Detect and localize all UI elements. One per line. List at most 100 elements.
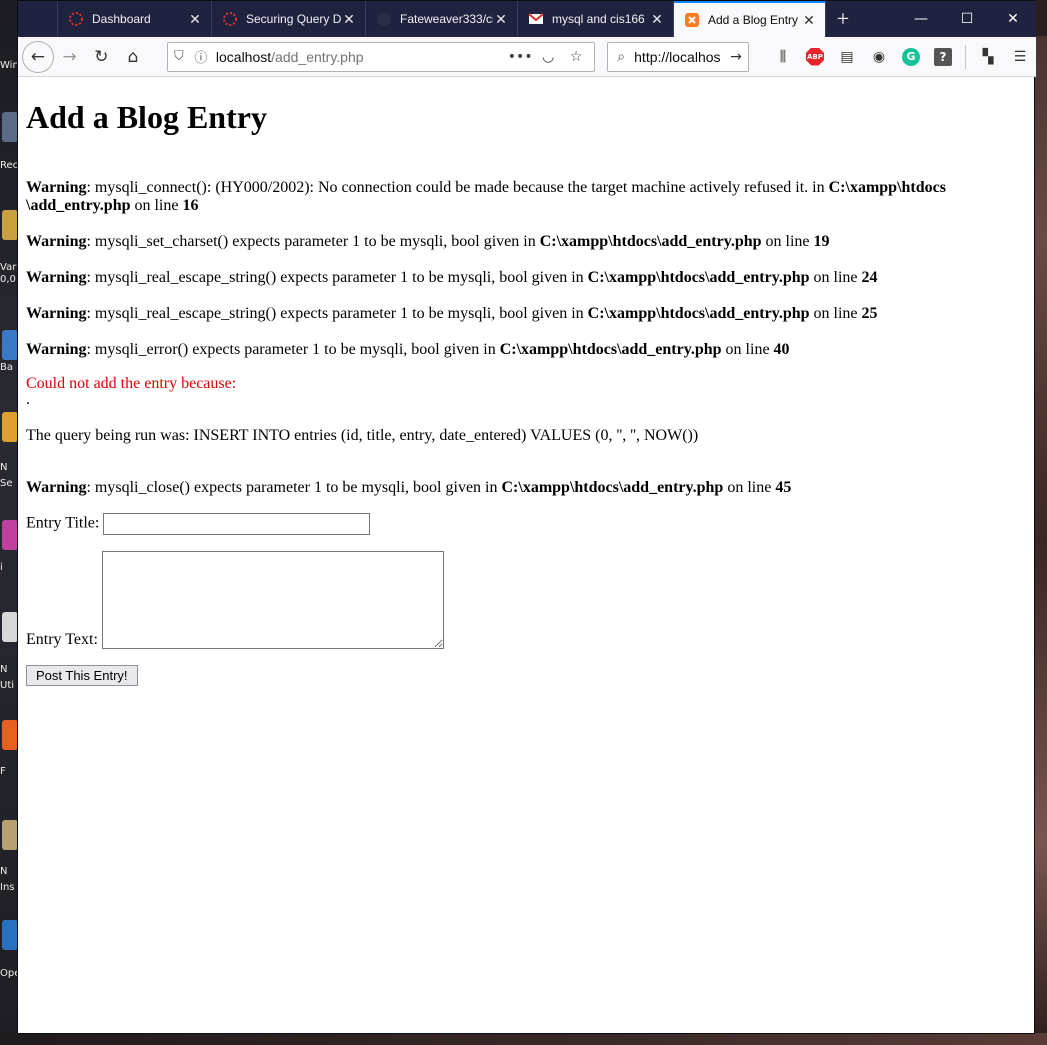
grammarly-icon[interactable]: G bbox=[895, 43, 927, 71]
close-icon[interactable]: ✕ bbox=[493, 11, 509, 28]
gmail-icon bbox=[528, 11, 544, 27]
desktop-icon-label: i bbox=[0, 562, 3, 573]
url-actions: ••• ◡ ☆ bbox=[506, 49, 594, 65]
error-message: Could not add the entry because: bbox=[26, 375, 237, 392]
firefox-desktop-icon[interactable] bbox=[2, 720, 18, 750]
info-icon[interactable]: ⓘ bbox=[190, 47, 212, 66]
pocket-icon[interactable]: ◡ bbox=[534, 49, 562, 65]
recycle-bin-icon[interactable] bbox=[2, 112, 18, 142]
close-icon[interactable]: ✕ bbox=[187, 11, 203, 28]
tab-overflow-left[interactable] bbox=[18, 1, 58, 37]
desktop-app-icon[interactable] bbox=[2, 920, 18, 950]
desktop-app-icon[interactable] bbox=[2, 612, 18, 642]
tab-label: Add a Blog Entry bbox=[708, 13, 799, 27]
shield-icon[interactable]: ⛉ bbox=[168, 49, 190, 64]
reload-button[interactable]: ↻ bbox=[85, 41, 117, 73]
search-bar[interactable]: ⌕ http://localhos → bbox=[607, 41, 749, 72]
forward-button[interactable]: → bbox=[54, 41, 86, 73]
query-text: The query being run was: INSERT INTO ent… bbox=[26, 427, 699, 444]
close-icon[interactable]: ✕ bbox=[801, 12, 817, 29]
tab-securing-query[interactable]: Securing Query D ✕ bbox=[212, 1, 366, 37]
page-content: Add a Blog Entry Warning: mysqli_connect… bbox=[18, 78, 1034, 1033]
close-window-icon[interactable]: ✕ bbox=[990, 1, 1036, 37]
warning-message: Warning: mysqli_error() expects paramete… bbox=[26, 341, 790, 358]
desktop-app-icon[interactable] bbox=[2, 330, 18, 360]
browser-window: Dashboard ✕ Securing Query D ✕ Fateweave… bbox=[17, 0, 1036, 1034]
tab-bar: Dashboard ✕ Securing Query D ✕ Fateweave… bbox=[18, 1, 1036, 37]
tab-dashboard[interactable]: Dashboard ✕ bbox=[58, 1, 212, 37]
account-icon[interactable]: ◉ bbox=[863, 43, 895, 71]
bookmark-star-icon[interactable]: ☆ bbox=[562, 49, 590, 65]
close-icon[interactable]: ✕ bbox=[341, 11, 357, 28]
search-input[interactable]: http://localhos bbox=[634, 49, 724, 65]
warning-message: Warning: mysqli_real_escape_string() exp… bbox=[26, 269, 878, 286]
desktop-left-strip: Win Rec Var 0,0 Ba N Se i N Uti F N Ins … bbox=[0, 0, 18, 1045]
desktop-icon-label: N bbox=[0, 866, 8, 877]
post-entry-button[interactable]: Post This Entry! bbox=[26, 665, 138, 686]
github-icon bbox=[376, 11, 392, 27]
tab-label: Dashboard bbox=[92, 12, 151, 26]
home-button[interactable]: ⌂ bbox=[117, 41, 149, 73]
back-button[interactable]: ← bbox=[22, 40, 54, 73]
tab-gmail[interactable]: mysql and cis166 ✕ bbox=[518, 1, 674, 37]
close-icon[interactable]: ✕ bbox=[649, 11, 665, 28]
xampp-icon bbox=[684, 12, 700, 28]
maximize-icon[interactable]: ☐ bbox=[944, 1, 990, 37]
entry-text-label: Entry Text: bbox=[26, 631, 98, 648]
desktop-icon-label: N bbox=[0, 462, 8, 473]
tab-github[interactable]: Fateweaver333/ci ✕ bbox=[366, 1, 518, 37]
desktop-app-icon[interactable] bbox=[2, 520, 18, 550]
entry-text-textarea[interactable] bbox=[101, 551, 444, 649]
desktop-icon-label: N bbox=[0, 664, 8, 675]
spinner-icon bbox=[222, 11, 238, 27]
toolbar-icons: ⫼ ABP ▤ ◉ G ? ▚ ☰ bbox=[767, 43, 1036, 71]
tab-add-blog-entry[interactable]: Add a Blog Entry ✕ bbox=[674, 1, 826, 37]
spinner-icon bbox=[68, 11, 84, 27]
desktop-icon-label: Ope bbox=[0, 968, 18, 979]
title-row: Entry Title: bbox=[26, 513, 1026, 535]
desktop-app-icon[interactable] bbox=[2, 412, 18, 442]
url-path: /add_entry.php bbox=[271, 48, 364, 65]
entry-title-input[interactable] bbox=[103, 513, 371, 535]
navigation-toolbar: ← → ↻ ⌂ ⛉ ⓘ localhost/add_entry.php ••• … bbox=[18, 37, 1036, 77]
new-tab-button[interactable]: + bbox=[826, 1, 860, 37]
more-actions-icon[interactable]: ••• bbox=[506, 49, 534, 65]
tab-label: mysql and cis166 bbox=[552, 12, 645, 26]
menu-icon[interactable]: ☰ bbox=[1004, 43, 1036, 71]
page-title: Add a Blog Entry bbox=[26, 99, 267, 135]
warning-message: Warning: mysqli_close() expects paramete… bbox=[26, 479, 792, 496]
desktop-app-icon[interactable] bbox=[2, 210, 18, 240]
entry-form: Entry Title: Entry Text: Post This Entry… bbox=[26, 513, 1026, 686]
url-bar[interactable]: ⛉ ⓘ localhost/add_entry.php ••• ◡ ☆ bbox=[166, 41, 596, 72]
desktop-app-icon[interactable] bbox=[2, 820, 18, 850]
desktop-icon-label: Win bbox=[0, 60, 18, 71]
adblock-icon[interactable]: ABP bbox=[799, 43, 831, 71]
warning-message: Warning: mysqli_real_escape_string() exp… bbox=[26, 305, 878, 322]
help-icon[interactable]: ? bbox=[927, 43, 959, 71]
reader-view-icon[interactable]: ▤ bbox=[831, 43, 863, 71]
tab-label: Fateweaver333/ci bbox=[400, 12, 493, 26]
text-row: Entry Text: bbox=[26, 551, 1026, 649]
desktop-icon-label: Se bbox=[0, 478, 13, 489]
desktop-wallpaper-right bbox=[1035, 36, 1047, 1045]
submit-row: Post This Entry! bbox=[26, 665, 1026, 686]
search-icon: ⌕ bbox=[617, 48, 626, 65]
desktop-icon-label: Uti bbox=[0, 680, 15, 691]
entry-title-label: Entry Title: bbox=[26, 514, 100, 532]
desktop-wallpaper-bottom bbox=[0, 1033, 1047, 1045]
error-detail: . bbox=[26, 391, 30, 408]
go-arrow-icon[interactable]: → bbox=[724, 49, 748, 65]
extensions-icon[interactable]: ▚ bbox=[972, 43, 1004, 71]
minimize-icon[interactable]: — bbox=[898, 1, 944, 37]
library-icon[interactable]: ⫼ bbox=[767, 43, 799, 71]
url-host: localhost bbox=[215, 48, 272, 65]
desktop-icon-label: Var bbox=[0, 262, 17, 273]
desktop-icon-label: Ins bbox=[0, 882, 15, 893]
